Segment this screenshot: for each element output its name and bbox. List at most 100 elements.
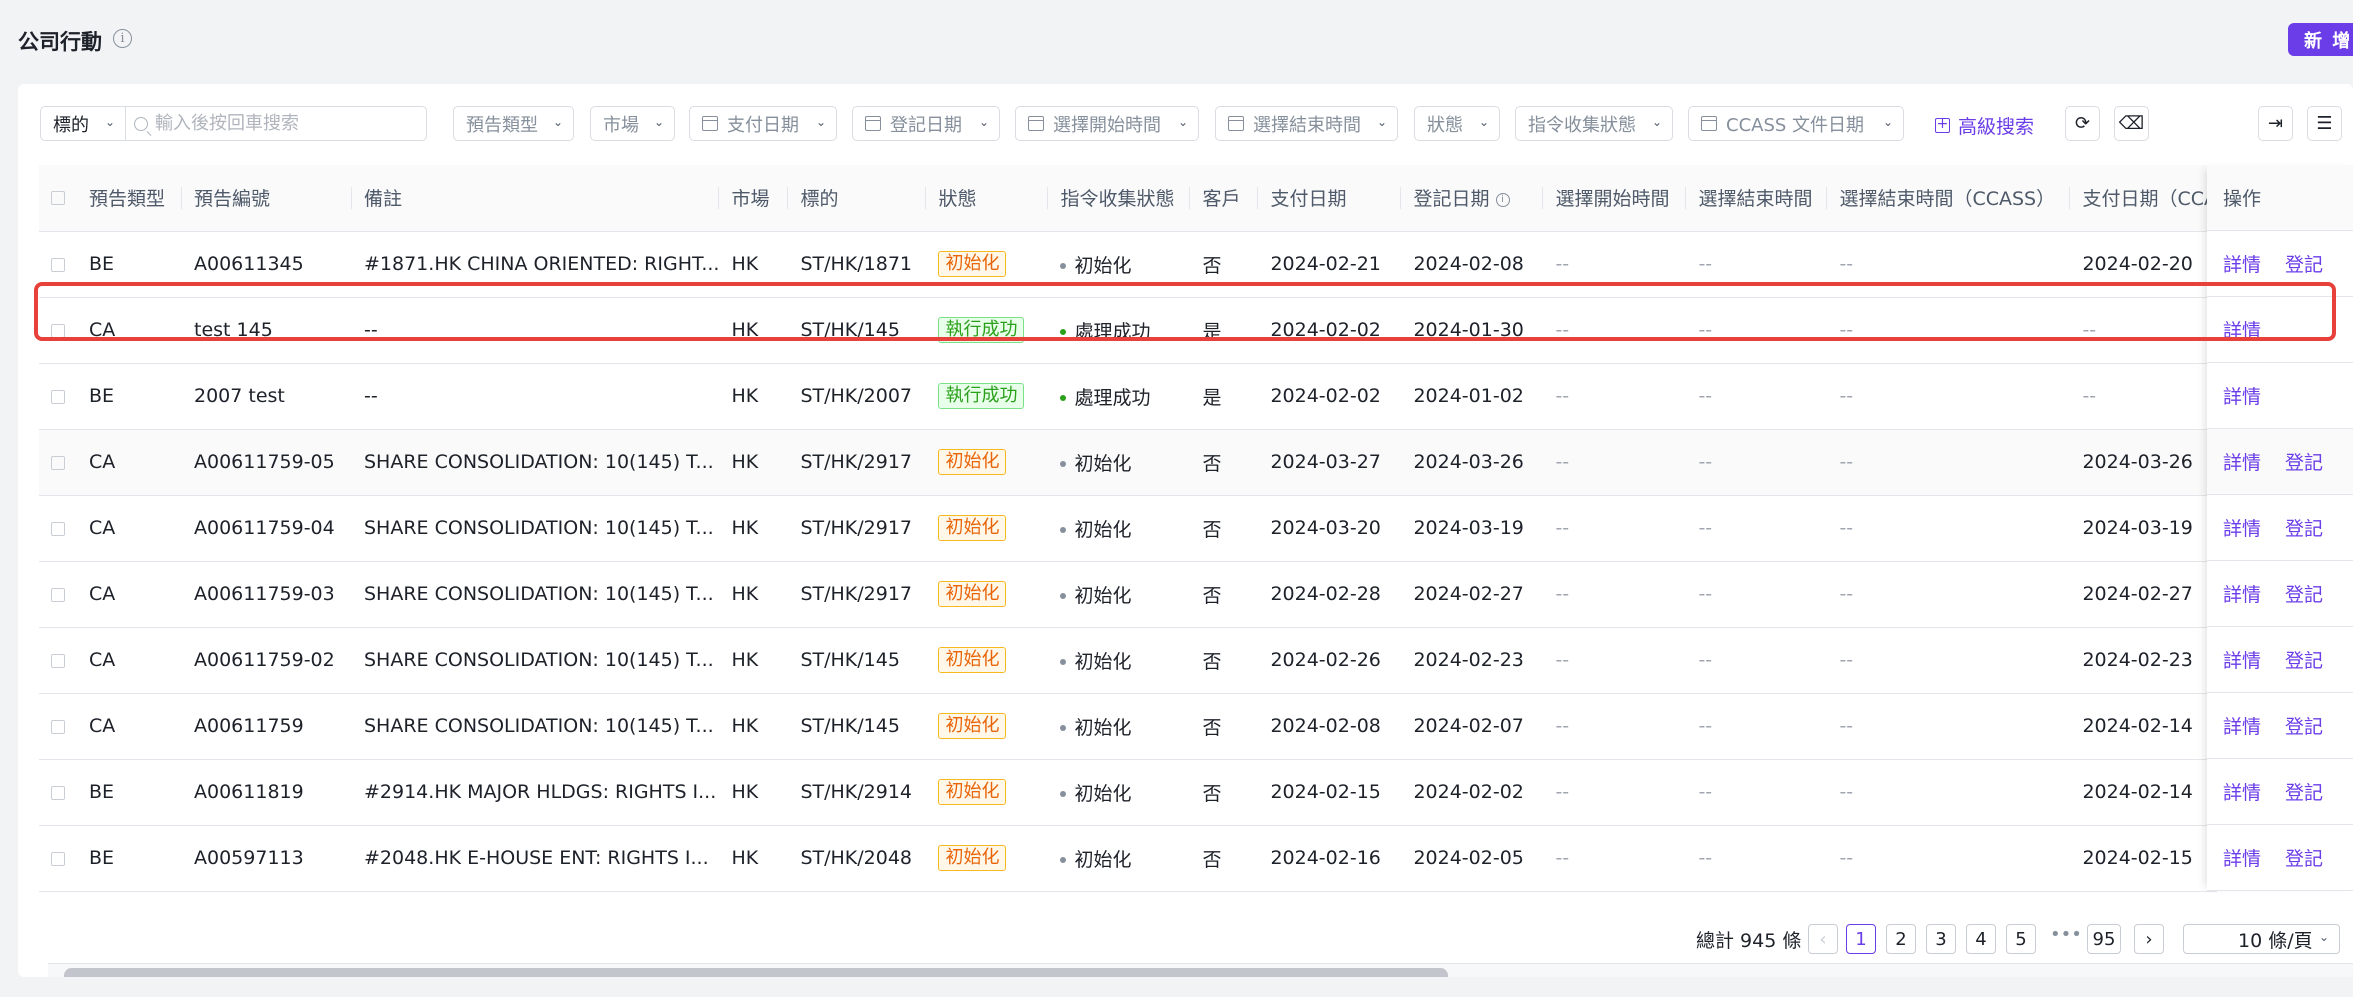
info-icon[interactable]: i: [1495, 192, 1510, 207]
row-checkbox[interactable]: [51, 521, 65, 536]
cell-record: 2024-01-02: [1401, 363, 1544, 430]
row-checkbox[interactable]: [51, 785, 65, 800]
register-link[interactable]: 登記: [2285, 250, 2323, 277]
cmd-status-select[interactable]: 指令收集狀態 ⌄: [1515, 106, 1673, 141]
prev-page-button[interactable]: ‹: [1808, 924, 1838, 954]
row-checkbox[interactable]: [51, 389, 65, 404]
announce-type-select[interactable]: 預告類型 ⌄: [453, 106, 574, 141]
page-button[interactable]: 3: [1926, 924, 1956, 954]
register-link[interactable]: 登記: [2285, 514, 2323, 541]
search-input[interactable]: [155, 113, 415, 134]
pagination-ellipsis[interactable]: •••: [2050, 924, 2082, 945]
page-button[interactable]: 1: [1846, 924, 1876, 954]
register-link[interactable]: 登記: [2285, 448, 2323, 475]
table-row[interactable]: CA A00611759 SHARE CONSOLIDATION: 10(145) …: [39, 693, 2217, 760]
search-box[interactable]: [124, 106, 427, 141]
page-button[interactable]: 2: [1886, 924, 1916, 954]
table-row[interactable]: CA A00611759-04 SHARE CONSOLIDATION: 10(14…: [39, 495, 2217, 562]
table-row[interactable]: BE 2007 test -- HK ST/HK/2007 執行成功 處理成功是 2024-0…: [39, 363, 2217, 430]
cell-code: test 145: [182, 297, 352, 364]
col-header[interactable]: 預告編號: [182, 165, 352, 232]
select-start-picker[interactable]: 選擇開始時間 ⌄: [1015, 106, 1199, 141]
new-button[interactable]: 新 增: [2288, 23, 2353, 56]
col-header[interactable]: 支付日期（CCA: [2070, 165, 2217, 232]
table-row[interactable]: BE A00611345 #1871.HK CHINA ORIENTED: RIGH…: [39, 231, 2217, 298]
detail-link[interactable]: 詳情: [2223, 514, 2261, 541]
record-date-picker[interactable]: 登記日期 ⌄: [852, 106, 1000, 141]
col-header[interactable]: 客戶: [1190, 165, 1259, 232]
detail-link[interactable]: 詳情: [2223, 712, 2261, 739]
register-link[interactable]: 登記: [2285, 646, 2323, 673]
col-header[interactable]: 指令收集狀態: [1048, 165, 1191, 232]
col-header[interactable]: 預告類型: [77, 165, 182, 232]
status-dot-icon: [1060, 725, 1067, 731]
table-row[interactable]: BE A00597113 #2048.HK E-HOUSE ENT: RIGHTS …: [39, 825, 2217, 892]
row-checkbox[interactable]: [51, 455, 65, 470]
advanced-search-link[interactable]: + 高級搜索: [1935, 112, 2034, 139]
detail-link[interactable]: 詳情: [2223, 382, 2261, 409]
column-settings-button[interactable]: ☰: [2307, 106, 2342, 141]
refresh-button[interactable]: ⟳: [2065, 106, 2100, 141]
col-header[interactable]: 標的: [788, 165, 927, 232]
row-checkbox[interactable]: [51, 323, 65, 338]
col-header[interactable]: 支付日期: [1258, 165, 1402, 232]
detail-link[interactable]: 詳情: [2223, 448, 2261, 475]
cell-client: 否: [1190, 561, 1259, 628]
table-row[interactable]: CA test 145 -- HK ST/HK/145 執行成功 處理成功是 2024-02-…: [39, 297, 2217, 364]
cell-cmd-status: 初始化: [1048, 825, 1191, 892]
detail-link[interactable]: 詳情: [2223, 316, 2261, 343]
cell-pay2: 2024-02-27: [2070, 561, 2217, 628]
row-checkbox[interactable]: [51, 257, 65, 272]
cell-cmd-status: 初始化: [1048, 495, 1191, 562]
page-button[interactable]: 95: [2087, 924, 2121, 954]
table-row[interactable]: CA A00611759-02 SHARE CONSOLIDATION: 10(14…: [39, 627, 2217, 694]
target-select[interactable]: 標的 ⌄: [40, 106, 126, 141]
cell-client: 否: [1190, 759, 1259, 826]
col-header[interactable]: 選擇結束時間（CCASS）: [1827, 165, 2071, 232]
pay-date-label: 支付日期: [727, 114, 799, 136]
row-checkbox[interactable]: [51, 719, 65, 734]
ccass-date-picker[interactable]: CCASS 文件日期 ⌄: [1688, 106, 1904, 141]
cell-status: 初始化: [926, 231, 1049, 298]
page-size-select[interactable]: 10 條/頁 ⌄: [2183, 924, 2340, 954]
table-row[interactable]: CA A00611759-05 SHARE CONSOLIDATION: 10(14…: [39, 429, 2217, 496]
status-select[interactable]: 狀態 ⌄: [1414, 106, 1500, 141]
table-row[interactable]: CA A00611759-03 SHARE CONSOLIDATION: 10(14…: [39, 561, 2217, 628]
row-checkbox[interactable]: [51, 587, 65, 602]
col-header[interactable]: 選擇開始時間: [1543, 165, 1687, 232]
pay-date-picker[interactable]: 支付日期 ⌄: [689, 106, 837, 141]
register-link[interactable]: 登記: [2285, 580, 2323, 607]
detail-link[interactable]: 詳情: [2223, 580, 2261, 607]
scrollbar-thumb[interactable]: [64, 968, 1448, 977]
row-checkbox[interactable]: [51, 851, 65, 866]
cell-pay: 2024-02-28: [1258, 561, 1402, 628]
select-end-picker[interactable]: 選擇結束時間 ⌄: [1215, 106, 1398, 141]
detail-link[interactable]: 詳情: [2223, 646, 2261, 673]
row-checkbox[interactable]: [51, 653, 65, 668]
cell-code: A00611759-05: [182, 429, 352, 496]
chevron-down-icon: ⌄: [1882, 115, 1893, 129]
register-link[interactable]: 登記: [2285, 712, 2323, 739]
page-button[interactable]: 5: [2006, 924, 2036, 954]
register-link[interactable]: 登記: [2285, 844, 2323, 871]
detail-link[interactable]: 詳情: [2223, 844, 2261, 871]
detail-link[interactable]: 詳情: [2223, 778, 2261, 805]
cell-pay2: 2024-03-26: [2070, 429, 2217, 496]
col-header[interactable]: 狀態: [926, 165, 1049, 232]
col-header[interactable]: 市場: [719, 165, 789, 232]
status-badge: 初始化: [938, 251, 1007, 277]
clear-button[interactable]: ⌫: [2114, 106, 2149, 141]
col-header[interactable]: 選擇結束時間: [1686, 165, 1828, 232]
col-header-record-date[interactable]: 登記日期 i: [1401, 165, 1544, 232]
next-page-button[interactable]: ›: [2134, 924, 2164, 954]
status-badge: 初始化: [938, 779, 1007, 805]
export-button[interactable]: ⇥: [2258, 106, 2293, 141]
market-select[interactable]: 市場 ⌄: [590, 106, 675, 141]
page-button[interactable]: 4: [1966, 924, 1996, 954]
select-all-checkbox[interactable]: [51, 191, 65, 206]
info-icon[interactable]: i: [113, 29, 132, 48]
register-link[interactable]: 登記: [2285, 778, 2323, 805]
col-header[interactable]: 備註: [352, 165, 720, 232]
detail-link[interactable]: 詳情: [2223, 250, 2261, 277]
table-row[interactable]: BE A00611819 #2914.HK MAJOR HLDGS: RIGHTS …: [39, 759, 2217, 826]
